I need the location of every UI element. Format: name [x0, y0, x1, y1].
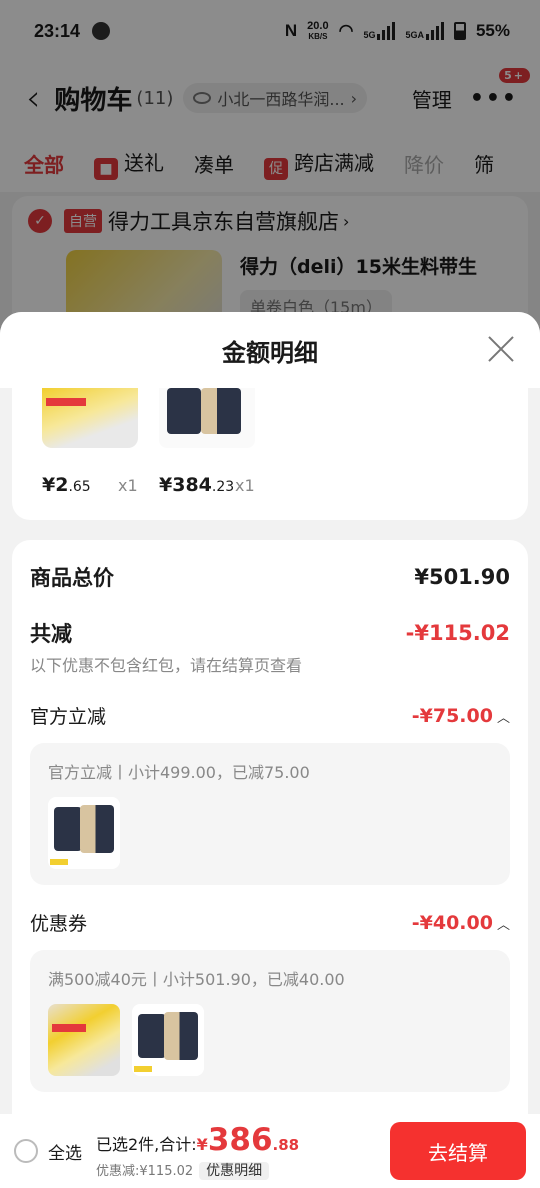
total-summary: 已选2件,合计:¥386.88 优惠减:¥115.02 优惠明细 [96, 1122, 300, 1180]
total-price: 386 [207, 1122, 273, 1158]
selected-items: ¥2.65 x1 ¥384.23 x1 [12, 388, 528, 520]
select-all-radio[interactable] [14, 1139, 38, 1163]
item-price: ¥2.65 [42, 474, 91, 496]
item-qty: x1 [235, 476, 255, 495]
coupon-detail: 满500减40元丨小计501.90，已减40.00 [30, 950, 510, 1092]
close-icon[interactable] [486, 334, 516, 364]
total-amount: ¥501.90 [414, 565, 510, 589]
official-discount-desc: 官方立减丨小计499.00，已减75.00 [48, 763, 310, 782]
coupon-desc: 满500减40元丨小计501.90，已减40.00 [48, 970, 345, 989]
item-thumb-jacket [159, 388, 255, 448]
tape-thumbnail [48, 1004, 120, 1076]
checkout-button[interactable]: 去结算 [390, 1122, 526, 1180]
official-discount-amount: -¥75.00 [411, 704, 493, 727]
chevron-up-icon[interactable]: ︿ [497, 711, 510, 726]
official-discount-label: 官方立减 [30, 706, 107, 728]
item-qty: x1 [118, 476, 138, 495]
coupon-amount: -¥40.00 [411, 911, 493, 934]
official-discount-row[interactable]: 官方立减 -¥75.00 ︿ [30, 702, 510, 729]
chevron-up-icon[interactable]: ︿ [497, 918, 510, 933]
item-thumb-tape [42, 388, 138, 448]
discount-amount: -¥115.02 [405, 621, 510, 645]
selected-count: 已选2件,合计: [96, 1135, 197, 1154]
amount-breakdown: 商品总价 ¥501.90 共减 -¥115.02 以下优惠不包含红包，请在结算页… [12, 540, 528, 1160]
item-price: ¥384.23 [159, 474, 235, 496]
discount-label: 共减 [30, 622, 72, 646]
official-discount-detail: 官方立减丨小计499.00，已减75.00 [30, 743, 510, 885]
discount-summary: 优惠减:¥115.02 [96, 1164, 194, 1179]
discount-detail-button[interactable]: 优惠明细 [199, 1162, 270, 1180]
amount-detail-sheet: 金额明细 ¥2.65 x1 ¥384.23 x1 商品总价 ¥501.90 共减… [0, 312, 540, 1188]
coupon-row[interactable]: 优惠券 -¥40.00 ︿ [30, 909, 510, 936]
discount-row: 共减 -¥115.02 [30, 618, 510, 648]
discount-note: 以下优惠不包含红包，请在结算页查看 [30, 656, 303, 675]
total-label: 商品总价 [30, 566, 114, 590]
coupon-label: 优惠券 [30, 913, 88, 935]
jacket-thumbnail [48, 797, 120, 869]
select-all-label[interactable]: 全选 [48, 1139, 82, 1164]
sheet-title: 金额明细 [222, 338, 318, 367]
jacket-thumbnail [132, 1004, 204, 1076]
total-row: 商品总价 ¥501.90 [30, 562, 510, 592]
checkout-bar: 全选 已选2件,合计:¥386.88 优惠减:¥115.02 优惠明细 去结算 [0, 1114, 540, 1188]
sheet-header: 金额明细 [0, 312, 540, 388]
